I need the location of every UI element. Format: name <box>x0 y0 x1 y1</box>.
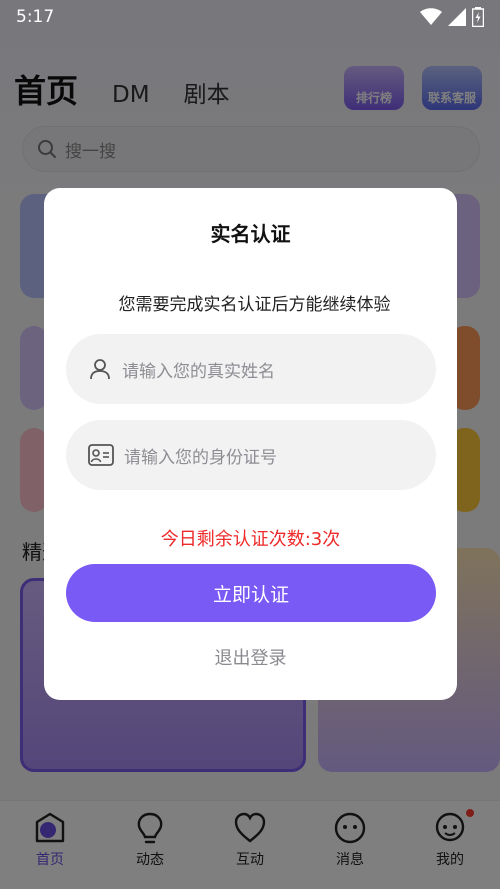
wifi-icon <box>420 8 442 25</box>
status-bar: 5:17 <box>0 0 500 34</box>
verify-now-button[interactable]: 立即认证 <box>66 564 436 622</box>
id-number-field[interactable]: 请输入您的身份证号 <box>66 420 436 490</box>
status-time: 5:17 <box>16 7 55 27</box>
battery-icon <box>472 7 484 27</box>
name-field[interactable]: 请输入您的真实姓名 <box>66 334 436 404</box>
logout-link[interactable]: 退出登录 <box>44 644 457 670</box>
signal-icon <box>448 8 466 26</box>
dialog-description: 您需要完成实名认证后方能继续体验 <box>118 295 391 315</box>
name-field-placeholder: 请输入您的真实姓名 <box>122 361 275 382</box>
id-card-icon <box>88 444 114 466</box>
remaining-attempts: 今日剩余认证次数:3次 <box>160 529 341 550</box>
person-icon <box>90 359 110 380</box>
id-field-placeholder: 请输入您的身份证号 <box>124 447 277 468</box>
dialog-title: 实名认证 <box>210 222 291 246</box>
status-icons <box>420 7 484 27</box>
